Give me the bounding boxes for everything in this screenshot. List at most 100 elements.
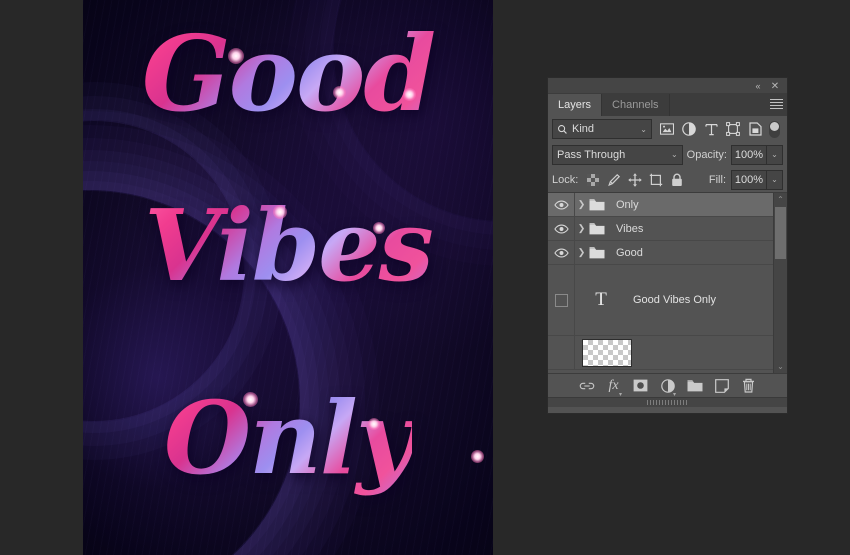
highlight-spark (228, 48, 244, 64)
layer-filter-row: Kind ⌄ (548, 116, 787, 142)
layers-panel: « ✕ Layers Channels Kind ⌄ Pass Through … (548, 78, 787, 413)
table-row[interactable] (548, 336, 787, 370)
lock-position-move-icon[interactable] (625, 170, 644, 189)
opacity-stepper-chevron-down-icon[interactable]: ⌄ (767, 144, 783, 165)
scrollbar-thumb[interactable] (775, 207, 786, 259)
layer-name: Good (616, 246, 643, 259)
highlight-spark (368, 418, 380, 430)
delete-layer-button[interactable] (740, 377, 757, 394)
filter-enable-toggle[interactable] (769, 120, 780, 138)
new-fill-adjustment-layer-button[interactable]: ▾ (659, 377, 676, 398)
lock-transparent-pixels-icon[interactable] (583, 170, 602, 189)
scroll-up-arrow-icon[interactable]: ⌃ (774, 193, 787, 206)
fx-label: fx (608, 377, 619, 393)
folder-icon (589, 222, 605, 235)
transparency-checkerboard-thumbnail (582, 338, 632, 367)
type-layer-filter-icon[interactable] (701, 119, 721, 139)
artwork-canvas[interactable]: Good Vibes Only (83, 0, 493, 555)
highlight-spark (373, 222, 385, 234)
opacity-label: Opacity: (686, 148, 727, 161)
fill-stepper-chevron-down-icon[interactable]: ⌄ (767, 169, 783, 190)
highlight-spark (243, 392, 258, 407)
lock-label: Lock: (552, 173, 579, 186)
lettering-word-vibes: Vibes (83, 198, 493, 296)
lettering-word-good-text: Good (141, 12, 436, 135)
blend-mode-value: Pass Through (557, 148, 626, 161)
new-group-button[interactable] (686, 377, 703, 394)
smart-object-filter-icon[interactable] (745, 119, 765, 139)
highlight-spark (273, 205, 287, 219)
link-layers-button[interactable] (578, 377, 595, 394)
shape-layer-filter-icon[interactable] (723, 119, 743, 139)
blend-mode-select[interactable]: Pass Through ⌄ (552, 144, 683, 165)
highlight-spark (403, 88, 416, 101)
scroll-down-arrow-icon[interactable]: ⌄ (774, 360, 787, 373)
layer-visibility-toggle[interactable] (548, 241, 575, 264)
group-expand-chevron-right-icon[interactable]: ❯ (575, 199, 588, 210)
close-icon[interactable]: ✕ (768, 80, 782, 92)
layer-name: Good Vibes Only (633, 294, 716, 306)
chevron-down-icon: ▾ (672, 392, 676, 398)
layer-visibility-toggle[interactable] (548, 217, 575, 240)
group-expand-chevron-right-icon[interactable]: ❯ (575, 247, 588, 258)
folder-icon (589, 246, 605, 259)
menu-line (770, 99, 783, 100)
double-chevron-left-icon[interactable]: « (751, 80, 765, 92)
menu-line (770, 108, 783, 109)
layer-list: ❯ Only ❯ Vibes ❯ Good T Good Vibes Only … (548, 193, 787, 373)
highlight-spark (333, 86, 346, 99)
adjustment-layer-filter-icon[interactable] (679, 119, 699, 139)
add-layer-style-button[interactable]: fx ▾ (605, 377, 622, 399)
menu-line (770, 102, 783, 103)
panel-titlebar: « ✕ (548, 78, 787, 94)
folder-icon (589, 198, 605, 211)
filter-kind-label: Kind (572, 123, 595, 135)
lock-all-padlock-icon[interactable] (667, 170, 686, 189)
table-row[interactable]: ❯ Only (548, 193, 787, 217)
hamburger-menu-icon[interactable] (770, 99, 783, 110)
type-layer-thumbnail: T (595, 289, 607, 310)
lock-artboard-nesting-icon[interactable] (646, 170, 665, 189)
fill-input[interactable]: 100% (731, 169, 767, 190)
add-layer-mask-button[interactable] (632, 377, 649, 394)
filter-kind-select[interactable]: Kind ⌄ (552, 119, 652, 139)
layer-visibility-toggle[interactable] (548, 193, 575, 216)
tab-layers-label: Layers (558, 99, 592, 111)
chevron-down-icon: ▾ (618, 392, 622, 398)
table-row[interactable]: ❯ Vibes (548, 217, 787, 241)
layer-name: Only (616, 198, 639, 211)
layer-visibility-toggle[interactable] (548, 265, 575, 335)
panel-tab-strip: Layers Channels (548, 94, 787, 116)
lock-row: Lock: Fill: 100% ⌄ (548, 167, 787, 193)
table-row[interactable]: ❯ Good (548, 241, 787, 265)
lettering-word-vibes-text: Vibes (144, 189, 434, 304)
blend-mode-row: Pass Through ⌄ Opacity: 100% ⌄ (548, 142, 787, 167)
chevron-down-icon: ⌄ (670, 150, 678, 159)
filter-type-icons (657, 119, 765, 139)
eye-icon (553, 200, 569, 209)
app-root: Good Vibes Only « ✕ Layers Channels Kind… (0, 0, 850, 555)
grip-dots (646, 400, 689, 405)
layer-list-scrollbar[interactable]: ⌃ ⌄ (773, 193, 787, 373)
chevron-down-icon: ⌄ (640, 124, 647, 134)
pixel-layer-filter-icon[interactable] (657, 119, 677, 139)
lettering-word-only: Only (83, 388, 493, 488)
new-layer-button[interactable] (713, 377, 730, 394)
tab-layers[interactable]: Layers (548, 94, 603, 116)
menu-line (770, 105, 783, 106)
panel-resize-grip[interactable] (548, 397, 787, 407)
magnifier-icon (558, 124, 567, 134)
opacity-input[interactable]: 100% (731, 144, 767, 165)
eye-icon (553, 248, 569, 257)
tab-channels-label: Channels (612, 99, 659, 111)
lettering-word-good: Good (83, 22, 493, 126)
layer-visibility-toggle[interactable] (548, 336, 575, 369)
tab-channels[interactable]: Channels (602, 94, 670, 116)
lettering-word-only-text: Only (164, 379, 414, 497)
lock-image-pixels-brush-icon[interactable] (604, 170, 623, 189)
table-row[interactable]: T Good Vibes Only (548, 265, 787, 336)
group-expand-chevron-right-icon[interactable]: ❯ (575, 223, 588, 234)
fill-label: Fill: (708, 173, 726, 186)
eye-icon (553, 224, 569, 233)
visibility-empty-box (554, 293, 568, 307)
